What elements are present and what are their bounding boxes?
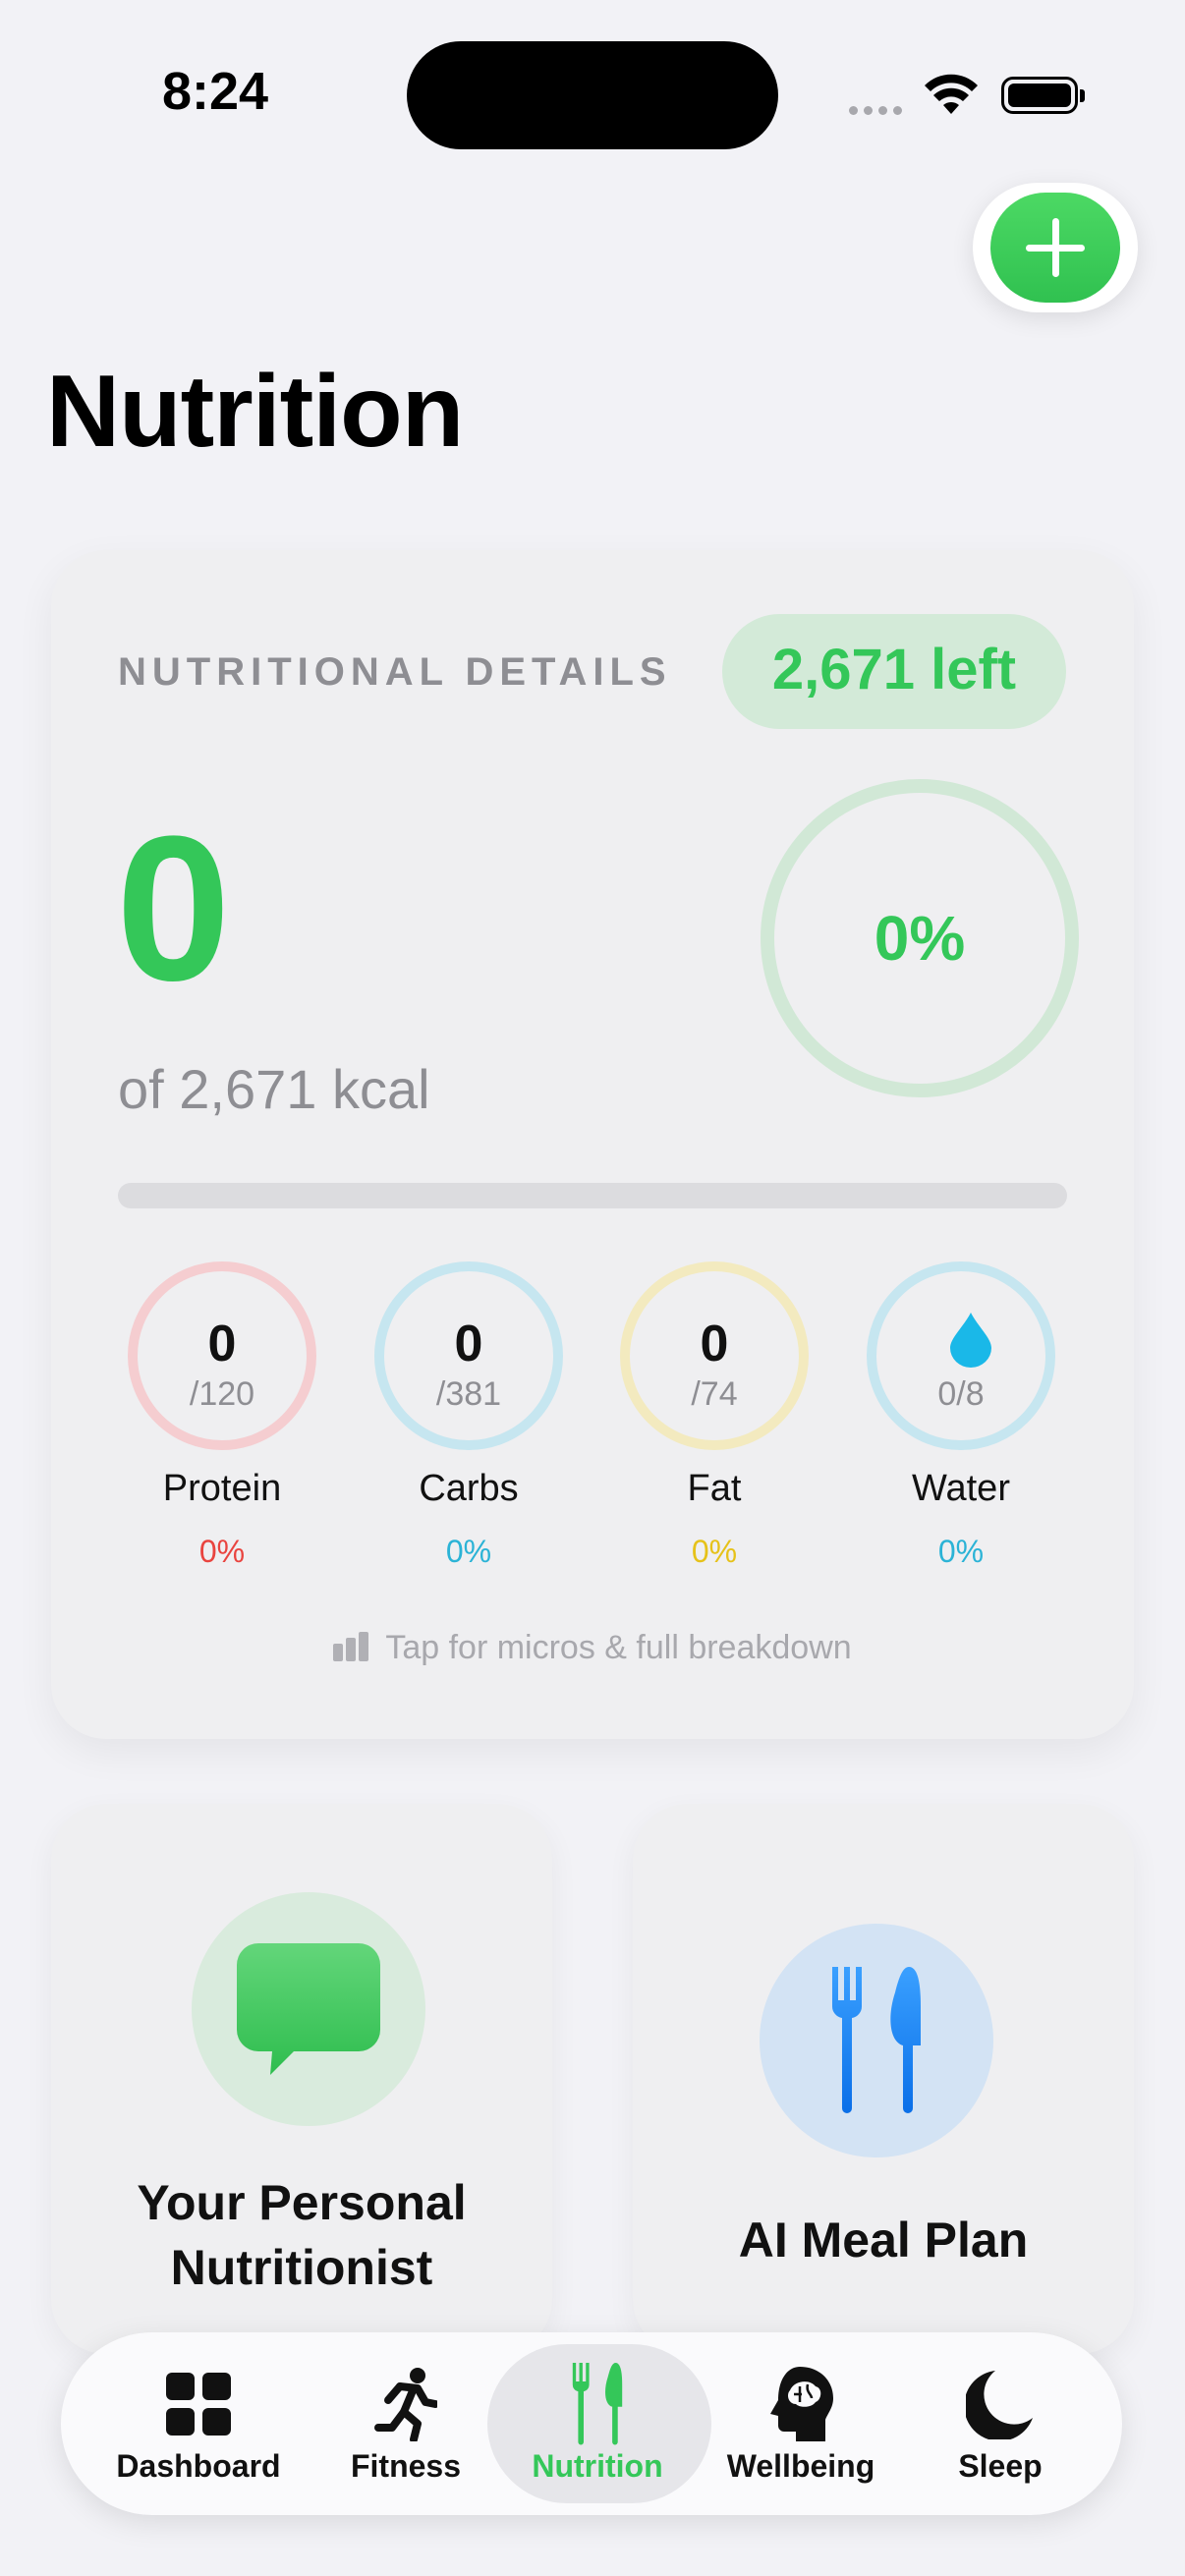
macro-name: Carbs [419, 1468, 519, 1509]
hint-text: Tap for micros & full breakdown [385, 1629, 852, 1666]
feature-title: Your Personal [137, 2175, 467, 2230]
tab-label: Wellbeing [726, 2448, 875, 2484]
chat-bubble-icon [237, 1943, 380, 2075]
personal-nutritionist-card[interactable]: Your Personal Nutritionist [51, 1804, 552, 2354]
calories-consumed: 0 [116, 793, 231, 1024]
grid-icon [166, 2373, 231, 2436]
dynamic-island [407, 41, 778, 149]
calorie-progress-percent: 0% [874, 903, 966, 974]
page-title: Nutrition [46, 355, 464, 469]
macro-ring: 0 /120 [128, 1261, 316, 1450]
macro-percent: 0% [198, 1534, 246, 1569]
macro-carbs[interactable]: 0 /381 Carbs 0% [346, 1261, 592, 1570]
macro-value: 0 [207, 1316, 237, 1372]
macro-percent: 0% [445, 1534, 492, 1569]
macro-ring: 0 /74 [620, 1261, 809, 1450]
macro-name: Fat [687, 1468, 742, 1509]
tab-label: Dashboard [116, 2448, 281, 2484]
macro-value: 0 [700, 1316, 729, 1372]
macro-goal: /74 [691, 1375, 738, 1413]
wifi-icon [925, 74, 978, 114]
macro-goal: 0/8 [937, 1375, 985, 1413]
status-time: 8:24 [162, 62, 269, 121]
macro-protein[interactable]: 0 /120 Protein 0% [99, 1261, 345, 1570]
macro-ring: 0 /381 [374, 1261, 563, 1450]
fork-knife-icon [572, 2363, 623, 2445]
tab-wellbeing[interactable]: Wellbeing [703, 2332, 899, 2515]
section-label: NUTRITIONAL DETAILS [118, 650, 672, 694]
macro-fat[interactable]: 0 /74 Fat 0% [592, 1261, 837, 1570]
battery-icon [1001, 77, 1085, 114]
feature-title: AI Meal Plan [738, 2212, 1029, 2268]
calorie-progress-bar [118, 1183, 1067, 1208]
macro-goal: /120 [189, 1375, 255, 1413]
tab-label: Sleep [958, 2448, 1043, 2484]
tab-label: Fitness [350, 2448, 462, 2484]
macro-ring: 0/8 [867, 1261, 1055, 1450]
tab-sleep[interactable]: Sleep [902, 2332, 1099, 2515]
bar-chart-icon [333, 1632, 371, 1670]
cellular-signal-icon [849, 102, 908, 120]
breakdown-hint[interactable]: Tap for micros & full breakdown [0, 1629, 1185, 1670]
macro-goal: /381 [435, 1375, 502, 1413]
macro-water[interactable]: 0/8 Water 0% [838, 1261, 1084, 1570]
macro-percent: 0% [937, 1534, 985, 1569]
tab-dashboard[interactable]: Dashboard [100, 2332, 297, 2515]
fork-knife-icon [831, 1967, 921, 2113]
macro-name: Water [912, 1468, 1010, 1509]
feature-icon-circle [192, 1892, 425, 2126]
moon-icon [966, 2371, 1033, 2439]
water-drop-icon [950, 1313, 991, 1368]
add-entry-button[interactable] [990, 193, 1120, 303]
calorie-goal-text: of 2,671 kcal [118, 1058, 430, 1120]
runner-icon [374, 2368, 437, 2441]
brain-head-icon [770, 2367, 833, 2441]
feature-title-line2: Nutritionist [170, 2240, 433, 2295]
tab-nutrition[interactable]: Nutrition [499, 2332, 696, 2515]
tab-fitness[interactable]: Fitness [308, 2332, 504, 2515]
tab-label: Nutrition [532, 2448, 663, 2484]
ai-meal-plan-card[interactable]: AI Meal Plan [633, 1804, 1134, 2354]
feature-icon-circle [760, 1924, 993, 2157]
macro-name: Protein [162, 1468, 282, 1509]
macro-percent: 0% [691, 1534, 738, 1569]
calories-left-text: 2,671 left [771, 638, 1017, 701]
macro-value: 0 [454, 1316, 483, 1372]
